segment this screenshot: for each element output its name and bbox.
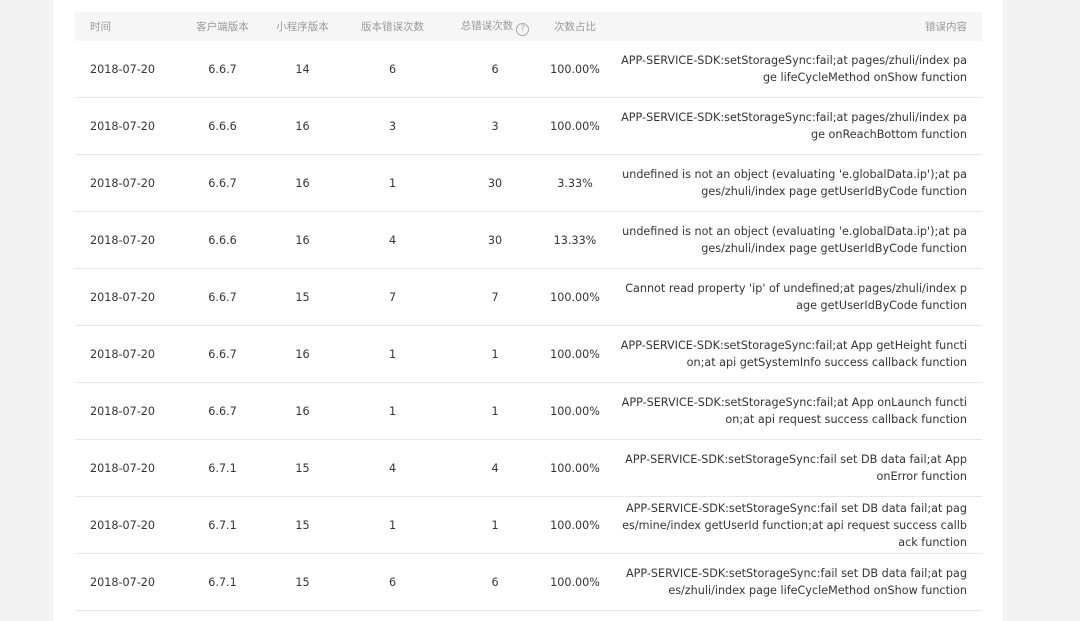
cell-version-error-count: 7 bbox=[388, 290, 397, 304]
cell-error-content: undefined is not an object (evaluating '… bbox=[622, 225, 967, 255]
cell-time: 2018-07-20 bbox=[90, 62, 156, 76]
cell-version-error-count: 1 bbox=[388, 176, 397, 190]
cell-total-error-count: 4 bbox=[491, 461, 499, 475]
cell-miniprogram-version: 16 bbox=[295, 404, 310, 418]
table-row: 2018-07-20 6.7.1 15 1 1 100.00% APP-SERV… bbox=[75, 497, 982, 554]
cell-ratio: 100.00% bbox=[550, 119, 600, 133]
cell-ratio: 100.00% bbox=[550, 461, 600, 475]
cell-miniprogram-version: 15 bbox=[295, 575, 310, 589]
table-row: 2018-07-20 6.6.7 16 1 1 100.00% APP-SERV… bbox=[75, 326, 982, 383]
cell-time: 2018-07-20 bbox=[90, 518, 156, 532]
cell-miniprogram-version: 16 bbox=[295, 347, 310, 361]
cell-error-content: APP-SERVICE-SDK:setStorageSync:fail;at p… bbox=[621, 54, 967, 84]
error-table: 时间 客户端版本 小程序版本 版本错误次数 总错误次数? 次数占比 错误内容 2… bbox=[75, 12, 982, 611]
cell-time: 2018-07-20 bbox=[90, 233, 156, 247]
table-body: 2018-07-20 6.6.7 14 6 6 100.00% APP-SERV… bbox=[75, 41, 982, 611]
header-time: 时间 bbox=[90, 21, 111, 33]
cell-total-error-count: 30 bbox=[487, 233, 503, 247]
header-total-error-count: 总错误次数? bbox=[450, 18, 540, 36]
cell-total-error-count: 1 bbox=[491, 347, 499, 361]
cell-error-content: APP-SERVICE-SDK:setStorageSync:fail;at A… bbox=[620, 339, 967, 369]
cell-miniprogram-version: 16 bbox=[295, 233, 310, 247]
cell-client-version: 6.6.7 bbox=[208, 290, 237, 304]
cell-ratio: 3.33% bbox=[557, 176, 593, 190]
cell-version-error-count: 3 bbox=[388, 119, 397, 133]
cell-miniprogram-version: 15 bbox=[295, 461, 310, 475]
table-header: 时间 客户端版本 小程序版本 版本错误次数 总错误次数? 次数占比 错误内容 bbox=[75, 12, 982, 41]
cell-total-error-count: 6 bbox=[491, 575, 499, 589]
help-icon[interactable]: ? bbox=[516, 22, 530, 36]
cell-time: 2018-07-20 bbox=[90, 347, 156, 361]
cell-client-version: 6.6.7 bbox=[208, 347, 237, 361]
cell-time: 2018-07-20 bbox=[90, 119, 156, 133]
cell-total-error-count: 1 bbox=[491, 404, 499, 418]
cell-client-version: 6.6.6 bbox=[208, 119, 237, 133]
cell-ratio: 13.33% bbox=[553, 233, 597, 247]
cell-ratio: 100.00% bbox=[550, 404, 600, 418]
cell-total-error-count: 30 bbox=[487, 176, 503, 190]
table-row: 2018-07-20 6.6.6 16 4 30 13.33% undefine… bbox=[75, 212, 982, 269]
cell-time: 2018-07-20 bbox=[90, 404, 156, 418]
cell-miniprogram-version: 16 bbox=[295, 119, 310, 133]
cell-version-error-count: 4 bbox=[388, 233, 397, 247]
cell-miniprogram-version: 15 bbox=[295, 518, 310, 532]
cell-error-content: APP-SERVICE-SDK:setStorageSync:fail;at A… bbox=[621, 396, 967, 426]
cell-total-error-count: 6 bbox=[491, 62, 499, 76]
cell-client-version: 6.6.6 bbox=[208, 233, 237, 247]
cell-version-error-count: 1 bbox=[388, 518, 397, 532]
table-row: 2018-07-20 6.6.7 15 7 7 100.00% Cannot r… bbox=[75, 269, 982, 326]
cell-error-content: APP-SERVICE-SDK:setStorageSync:fail set … bbox=[625, 453, 967, 483]
header-total-error-label: 总错误次数 bbox=[460, 19, 514, 32]
header-ratio: 次数占比 bbox=[554, 21, 596, 33]
cell-error-content: APP-SERVICE-SDK:setStorageSync:fail set … bbox=[622, 501, 967, 549]
header-client-version: 客户端版本 bbox=[196, 21, 249, 33]
cell-client-version: 6.7.1 bbox=[208, 461, 237, 475]
cell-miniprogram-version: 14 bbox=[295, 62, 310, 76]
cell-total-error-count: 1 bbox=[491, 518, 499, 532]
cell-total-error-count: 7 bbox=[491, 290, 499, 304]
cell-version-error-count: 6 bbox=[388, 575, 397, 589]
table-row: 2018-07-20 6.6.7 16 1 30 3.33% undefined… bbox=[75, 155, 982, 212]
cell-version-error-count: 6 bbox=[388, 62, 397, 76]
header-miniprogram-version: 小程序版本 bbox=[276, 21, 329, 33]
cell-error-content: Cannot read property 'ip' of undefined;a… bbox=[625, 282, 967, 312]
cell-ratio: 100.00% bbox=[550, 62, 600, 76]
cell-version-error-count: 1 bbox=[388, 347, 397, 361]
cell-time: 2018-07-20 bbox=[90, 290, 156, 304]
table-row: 2018-07-20 6.6.6 16 3 3 100.00% APP-SERV… bbox=[75, 98, 982, 155]
cell-client-version: 6.6.7 bbox=[208, 62, 237, 76]
cell-ratio: 100.00% bbox=[550, 575, 600, 589]
table-row: 2018-07-20 6.7.1 15 6 6 100.00% APP-SERV… bbox=[75, 554, 982, 611]
cell-ratio: 100.00% bbox=[550, 290, 600, 304]
cell-error-content: APP-SERVICE-SDK:setStorageSync:fail set … bbox=[625, 567, 967, 597]
cell-miniprogram-version: 16 bbox=[295, 176, 310, 190]
cell-error-content: APP-SERVICE-SDK:setStorageSync:fail;at p… bbox=[621, 111, 967, 141]
cell-time: 2018-07-20 bbox=[90, 461, 156, 475]
cell-ratio: 100.00% bbox=[550, 518, 600, 532]
cell-ratio: 100.00% bbox=[550, 347, 600, 361]
table-row: 2018-07-20 6.6.7 16 1 1 100.00% APP-SERV… bbox=[75, 383, 982, 440]
cell-version-error-count: 4 bbox=[388, 461, 397, 475]
cell-total-error-count: 3 bbox=[491, 119, 499, 133]
cell-client-version: 6.7.1 bbox=[208, 575, 237, 589]
cell-time: 2018-07-20 bbox=[90, 176, 156, 190]
cell-client-version: 6.7.1 bbox=[208, 518, 237, 532]
cell-client-version: 6.6.7 bbox=[208, 176, 237, 190]
table-row: 2018-07-20 6.6.7 14 6 6 100.00% APP-SERV… bbox=[75, 41, 982, 98]
header-version-error-count: 版本错误次数 bbox=[361, 21, 424, 33]
header-error-content: 错误内容 bbox=[925, 21, 967, 33]
cell-time: 2018-07-20 bbox=[90, 575, 156, 589]
cell-version-error-count: 1 bbox=[388, 404, 397, 418]
table-row: 2018-07-20 6.7.1 15 4 4 100.00% APP-SERV… bbox=[75, 440, 982, 497]
cell-miniprogram-version: 15 bbox=[295, 290, 310, 304]
cell-error-content: undefined is not an object (evaluating '… bbox=[622, 168, 967, 198]
cell-client-version: 6.6.7 bbox=[208, 404, 237, 418]
